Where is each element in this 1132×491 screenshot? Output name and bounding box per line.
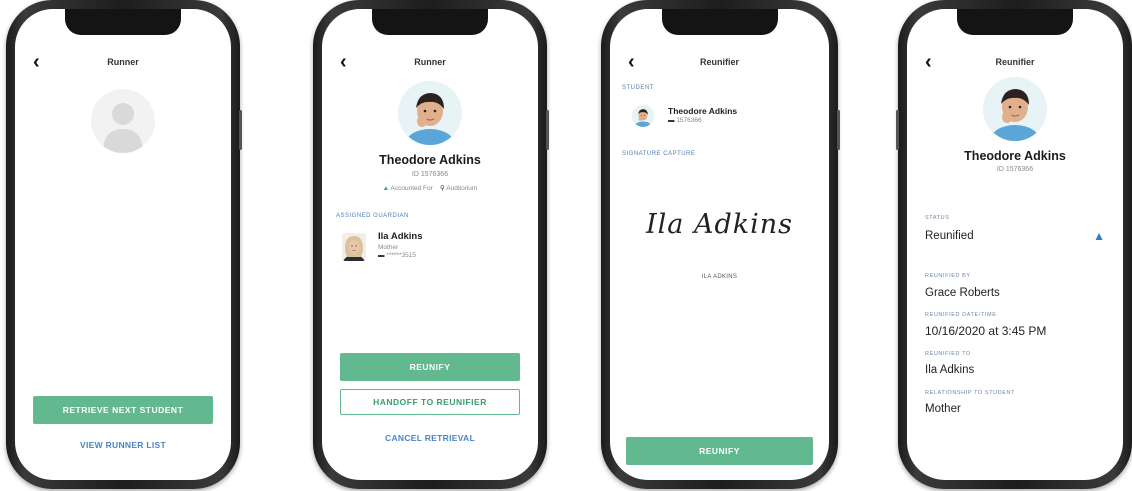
screen-title: Runner [414, 57, 446, 67]
student-name: Theodore Adkins [668, 106, 738, 116]
guardian-relation: Mother [378, 244, 399, 251]
cancel-retrieval-link[interactable]: CANCEL RETRIEVAL [322, 433, 538, 443]
reunified-by-value: Grace Roberts [925, 287, 1000, 299]
side-button [546, 110, 549, 150]
phone-runner-empty: ‹ Runner RETRIEVE NEXT STUDENT VIEW RUNN… [6, 0, 242, 489]
phone-reunifier-signature: ‹ Reunifier STUDENT Theodore Adkins ▬ 15… [601, 0, 840, 489]
phone-icon: ▬ [378, 252, 385, 259]
guardian-phone-row: ▬ ******3515 [378, 252, 416, 259]
student-avatar [983, 77, 1047, 141]
accounted-for-status: Accounted For [390, 185, 433, 192]
reunified-to-value: Ila Adkins [925, 364, 975, 376]
student-name: Theodore Adkins [964, 149, 1066, 163]
screen-title: Runner [107, 57, 139, 67]
screen-title: Reunifier [699, 57, 739, 67]
student-id: 1576366 [676, 117, 702, 124]
phone-screen: ‹ Reunifier Theodore Adkins ID 1576366 S… [907, 9, 1123, 480]
reunified-status-icon: ▲ [1093, 229, 1105, 243]
reunified-to-label: REUNIFIED TO [925, 351, 971, 357]
student-id: ID 1576366 [996, 166, 1034, 173]
accounted-for-icon: ▲ [382, 185, 390, 192]
signer-name: ILA ADKINS [701, 274, 738, 280]
location-pin-icon: ⚲ [440, 185, 445, 192]
side-button [239, 110, 242, 150]
reunify-button[interactable]: REUNIFY [626, 437, 813, 465]
student-id-row: ▬ 1576366 [668, 117, 702, 124]
signature-capture-heading: SIGNATURE CAPTURE [622, 151, 696, 157]
guardian-phone: ******3515 [386, 252, 416, 259]
reunified-datetime-label: REUNIFIED DATE/TIME [925, 312, 997, 318]
student-avatar [632, 105, 654, 127]
screen-title: Reunifier [995, 57, 1035, 67]
notch [65, 9, 181, 35]
notch [661, 9, 778, 35]
retrieve-next-student-button[interactable]: RETRIEVE NEXT STUDENT [33, 396, 213, 424]
student-id: ID 1576366 [411, 171, 449, 178]
side-button [837, 110, 840, 150]
status-label: STATUS [925, 215, 950, 221]
phone-reunifier-summary: ‹ Reunifier Theodore Adkins ID 1576366 S… [896, 0, 1132, 489]
side-button [896, 110, 899, 150]
status-value: Reunified [925, 230, 974, 242]
id-card-icon: ▬ [668, 117, 675, 124]
relationship-label: RELATIONSHIP TO STUDENT [925, 390, 1016, 396]
assigned-guardian-heading: ASSIGNED GUARDIAN [336, 213, 409, 219]
location-status: Auditorium [446, 185, 478, 192]
guardian-name: Ila Adkins [378, 231, 423, 242]
signature-pad[interactable]: Ila Adkins [624, 189, 815, 259]
reunify-button[interactable]: REUNIFY [340, 353, 520, 381]
signature-stroke: Ila Adkins [645, 208, 793, 240]
guardian-avatar [342, 233, 366, 261]
phone-screen: ‹ Runner RETRIEVE NEXT STUDENT VIEW RUNN… [15, 9, 231, 480]
handoff-to-reunifier-button[interactable]: HANDOFF TO REUNIFIER [340, 389, 520, 415]
phone-runner-student: ‹ Runner Theodore Adkins ID 1576366 ▲ Ac… [313, 0, 549, 489]
reunified-by-label: REUNIFIED BY [925, 273, 971, 279]
reunified-datetime-value: 10/16/2020 at 3:45 PM [925, 324, 1047, 338]
student-name: Theodore Adkins [379, 153, 481, 167]
student-avatar [398, 81, 462, 145]
placeholder-avatar-icon [91, 89, 155, 153]
student-heading: STUDENT [622, 85, 654, 91]
notch [372, 9, 488, 35]
status-row: ▲ Accounted For ⚲ Auditorium [322, 184, 538, 192]
notch [957, 9, 1073, 35]
view-runner-list-link[interactable]: VIEW RUNNER LIST [15, 440, 231, 450]
phone-screen: ‹ Reunifier STUDENT Theodore Adkins ▬ 15… [610, 9, 829, 480]
relationship-value: Mother [925, 403, 961, 415]
phone-screen: ‹ Runner Theodore Adkins ID 1576366 ▲ Ac… [322, 9, 538, 480]
